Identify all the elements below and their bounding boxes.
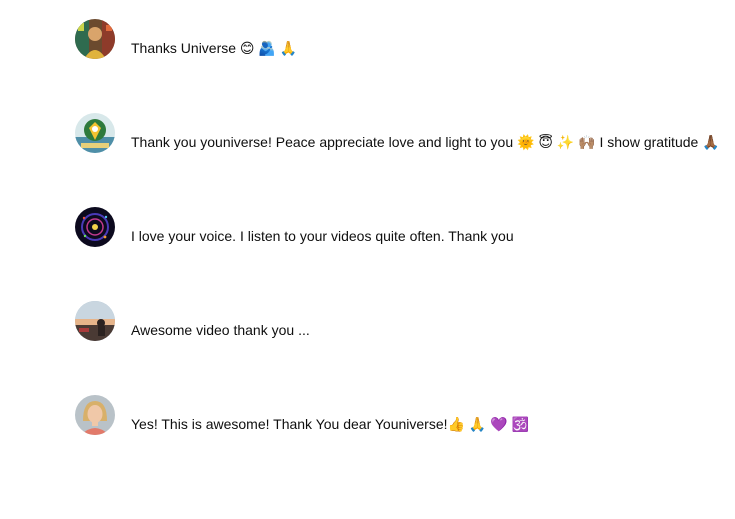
avatar-sunset-landscape-icon (75, 301, 115, 341)
avatar-cosmic-mandala-icon (75, 207, 115, 247)
comment-item: I love your voice. I listen to your vide… (75, 207, 730, 251)
comment-text: Thank you youniverse! Peace appreciate l… (131, 134, 720, 150)
author-avatar[interactable] (75, 301, 115, 341)
author-avatar[interactable] (75, 113, 115, 153)
avatar-colorful-portrait-icon (75, 19, 115, 59)
comment-text: Yes! This is awesome! Thank You dear You… (131, 416, 529, 432)
comment-item: Thank you youniverse! Peace appreciate l… (75, 113, 730, 157)
comment-text: I love your voice. I listen to your vide… (131, 228, 514, 244)
comment-item: Thanks Universe 😊 🫂 🙏 (75, 19, 730, 63)
comment-list: Thanks Universe 😊 🫂 🙏 Thank you youniver… (0, 0, 735, 519)
author-avatar[interactable] (75, 19, 115, 59)
avatar-crest-emblem-icon (75, 113, 115, 153)
author-avatar[interactable] (75, 207, 115, 247)
comment-item: Awesome video thank you ... (75, 301, 730, 345)
comment-item: Yes! This is awesome! Thank You dear You… (75, 395, 730, 439)
author-avatar[interactable] (75, 395, 115, 435)
comment-text: Thanks Universe 😊 🫂 🙏 (131, 40, 298, 56)
avatar-blonde-woman-icon (75, 395, 115, 435)
comment-text: Awesome video thank you ... (131, 322, 310, 338)
